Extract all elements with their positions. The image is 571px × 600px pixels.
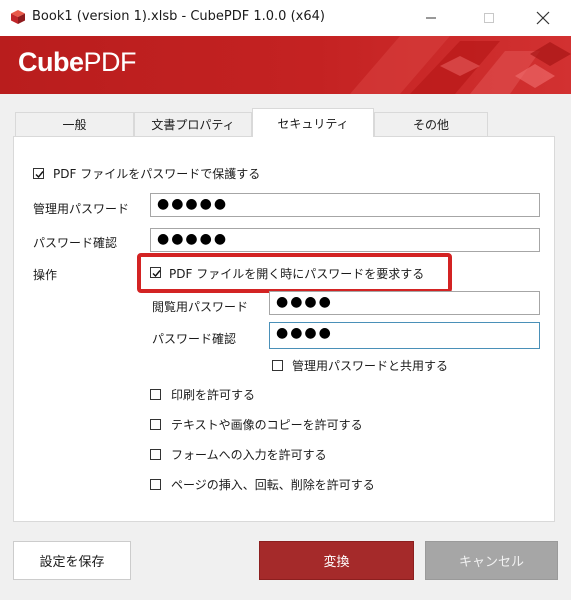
- owner-password-label: 管理用パスワード: [33, 202, 130, 216]
- close-button[interactable]: [520, 0, 566, 36]
- allow-copy-label: テキストや画像のコピーを許可する: [171, 418, 363, 432]
- allow-page-edit-checkbox[interactable]: [150, 479, 161, 490]
- tab-other[interactable]: その他: [374, 112, 488, 136]
- allow-print-label: 印刷を許可する: [171, 388, 256, 402]
- user-password-label: 閲覧用パスワード: [152, 300, 249, 314]
- allow-form-input-label: フォームへの入力を許可する: [171, 448, 327, 462]
- checkmark-icon: [35, 171, 44, 179]
- allow-page-edit-label: ページの挿入、回転、削除を許可する: [171, 478, 375, 492]
- minimize-icon: [426, 17, 436, 19]
- logo-cube-text: Cube: [18, 47, 84, 77]
- maximize-icon: [484, 13, 494, 23]
- share-owner-password-label: 管理用パスワードと共用する: [292, 359, 449, 373]
- owner-password-field[interactable]: ●●●●●: [150, 193, 540, 217]
- tab-general[interactable]: 一般: [15, 112, 134, 136]
- share-owner-password-checkbox[interactable]: [272, 360, 283, 371]
- allow-form-input-checkbox[interactable]: [150, 449, 161, 460]
- window-title: Book1 (version 1).xlsb - CubePDF 1.0.0 (…: [32, 9, 325, 24]
- operation-label: 操作: [33, 268, 58, 282]
- user-confirm-label: パスワード確認: [152, 332, 237, 346]
- brand-banner: CubePDF: [0, 36, 571, 94]
- allow-copy-checkbox[interactable]: [150, 419, 161, 430]
- cancel-button[interactable]: キャンセル: [425, 541, 558, 580]
- cubepdf-logo: CubePDF: [18, 47, 136, 78]
- owner-confirm-label: パスワード確認: [33, 236, 118, 250]
- convert-button[interactable]: 変換: [259, 541, 414, 580]
- save-settings-button[interactable]: 設定を保存: [13, 541, 131, 580]
- banner-cubes-decoration: [350, 36, 571, 94]
- require-open-password-label: PDF ファイルを開く時にパスワードを要求する: [169, 267, 425, 281]
- minimize-button[interactable]: [408, 0, 454, 36]
- owner-confirm-field[interactable]: ●●●●●: [150, 228, 540, 252]
- tab-document-properties[interactable]: 文書プロパティ: [134, 112, 252, 136]
- protect-pdf-checkbox[interactable]: [33, 168, 44, 179]
- logo-pdf-text: PDF: [83, 47, 137, 77]
- require-open-password-checkbox[interactable]: [150, 267, 161, 278]
- user-password-field[interactable]: ●●●●: [269, 291, 540, 315]
- close-icon: [536, 11, 550, 25]
- tab-security[interactable]: セキュリティ: [252, 108, 374, 137]
- title-bar: Book1 (version 1).xlsb - CubePDF 1.0.0 (…: [0, 0, 571, 36]
- user-confirm-field[interactable]: ●●●●: [269, 322, 540, 349]
- checkmark-icon: [152, 270, 161, 278]
- cubepdf-app-icon: [11, 10, 25, 24]
- protect-pdf-label: PDF ファイルをパスワードで保護する: [53, 167, 261, 181]
- allow-print-checkbox[interactable]: [150, 389, 161, 400]
- maximize-button[interactable]: [466, 0, 512, 36]
